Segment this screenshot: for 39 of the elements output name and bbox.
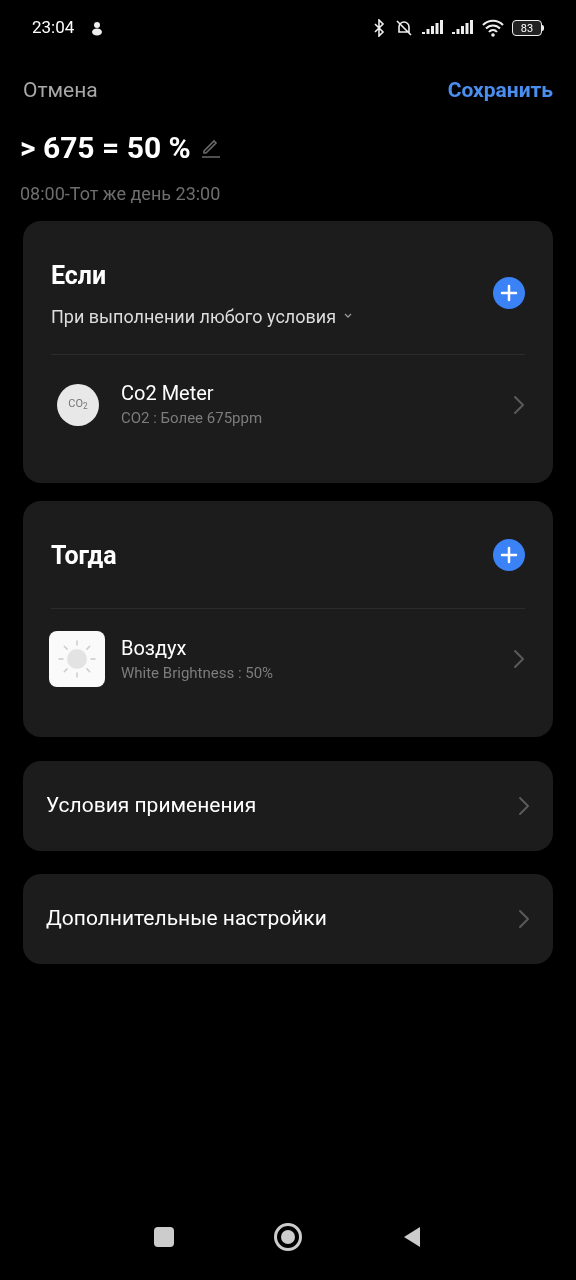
card-title: Если: [51, 260, 108, 292]
recents-button[interactable]: [154, 1227, 174, 1247]
home-button[interactable]: [274, 1223, 302, 1251]
battery-indicator: 83: [512, 20, 544, 36]
plus-icon: [500, 546, 518, 565]
bluetooth-icon: [372, 19, 386, 37]
chevron-icon: [518, 909, 530, 929]
cancel-button[interactable]: Отмена: [23, 75, 98, 107]
status-time: 23:04: [32, 16, 75, 40]
device-name: Воздух: [121, 634, 188, 662]
schedule-text: 08:00-Тот же день 23:00: [19, 182, 222, 206]
chevron-icon: [518, 796, 530, 816]
condition-mode-dropdown[interactable]: При выполнении любого условия: [51, 302, 353, 330]
scene-title: > 675 = 50 %: [20, 128, 191, 167]
device-name: Co2 Meter: [121, 380, 215, 408]
settings-row[interactable]: Дополнительные настройки: [23, 874, 553, 964]
lamp-icon: [49, 631, 105, 687]
chevron-icon: [513, 394, 525, 415]
muted-bell-icon: [394, 19, 414, 37]
plus-icon: [500, 284, 518, 303]
device-detail: White Brightness : 50%: [121, 662, 275, 684]
device-row[interactable]: Воздух White Brightness : 50%: [51, 609, 525, 709]
caret-icon: [344, 313, 353, 319]
back-icon[interactable]: [402, 1226, 422, 1248]
wifi-icon: [482, 19, 504, 37]
save-button[interactable]: Сохранить: [447, 75, 553, 107]
signal-icon: [422, 20, 444, 36]
signal-icon: [452, 20, 474, 36]
notification-icon: [90, 20, 105, 36]
settings-label: Условия применения: [46, 792, 257, 820]
device-row[interactable]: CO$_{2}$ Co2 Meter CO2 : Более 675ppm: [51, 354, 525, 455]
card-title: Тогда: [51, 539, 117, 572]
add-button[interactable]: [493, 539, 525, 572]
settings-label: Дополнительные настройки: [46, 905, 327, 933]
co2-sensor-icon: CO$_{2}$: [57, 383, 99, 426]
device-detail: CO2 : Более 675ppm: [121, 408, 264, 430]
add-button[interactable]: [493, 277, 525, 310]
settings-row[interactable]: Условия применения: [23, 761, 553, 851]
chevron-icon: [513, 649, 525, 669]
